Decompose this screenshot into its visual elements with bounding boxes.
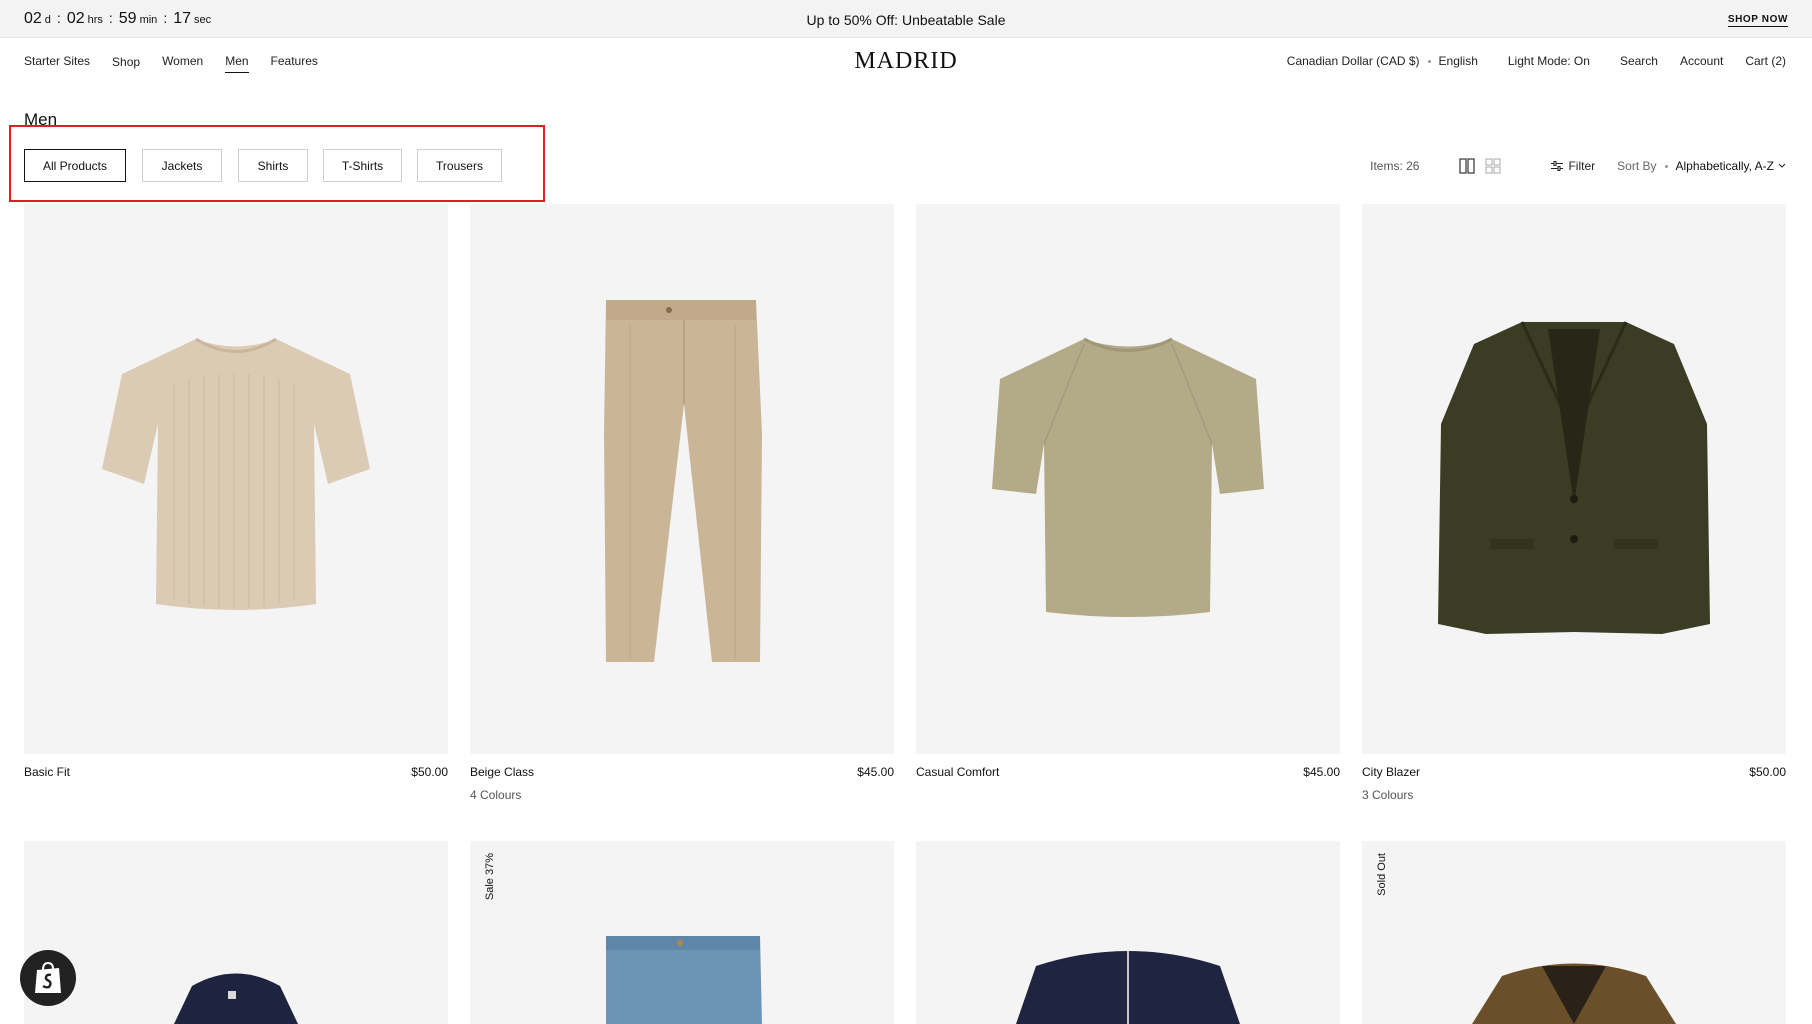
grid-4-columns-icon[interactable] bbox=[1485, 158, 1501, 174]
product-image[interactable] bbox=[470, 204, 894, 754]
currency-selector[interactable]: Canadian Dollar (CAD $) bbox=[1287, 54, 1420, 68]
search-link[interactable]: Search bbox=[1620, 54, 1658, 68]
header-utilities: Canadian Dollar (CAD $) English Light Mo… bbox=[1287, 54, 1786, 68]
product-image[interactable] bbox=[24, 841, 448, 1024]
announcement-bar: 02 d : 02 hrs : 59 min : 17 sec Up to 50… bbox=[0, 0, 1812, 38]
product-price: $50.00 bbox=[1749, 765, 1786, 779]
filter-label: Filter bbox=[1568, 159, 1596, 173]
chevron-down-icon bbox=[1778, 163, 1786, 168]
collection-toolbar: Items: 26 Filter Sort By Alphabetically,… bbox=[1370, 158, 1786, 174]
product-price: $45.00 bbox=[857, 765, 894, 779]
trousers-image bbox=[604, 300, 762, 662]
cart-link[interactable]: Cart (2) bbox=[1745, 54, 1786, 68]
tshirt-image bbox=[102, 337, 370, 610]
polo-image bbox=[174, 973, 298, 1024]
product-name[interactable]: Basic Fit bbox=[24, 765, 70, 779]
product-image[interactable] bbox=[916, 204, 1340, 754]
product-image[interactable] bbox=[24, 204, 448, 754]
filter-trousers[interactable]: Trousers bbox=[417, 149, 502, 182]
blazer-image bbox=[1438, 321, 1710, 634]
tshirt-image bbox=[992, 337, 1264, 617]
items-count: Items: 26 bbox=[1370, 159, 1420, 173]
filter-button[interactable]: Filter bbox=[1551, 159, 1595, 173]
sort-value: Alphabetically, A-Z bbox=[1675, 159, 1775, 173]
product-image[interactable] bbox=[916, 841, 1340, 1024]
grid-2-columns-icon[interactable] bbox=[1459, 158, 1476, 174]
product-name[interactable]: Casual Comfort bbox=[916, 765, 999, 779]
account-link[interactable]: Account bbox=[1680, 54, 1723, 68]
product-price: $45.00 bbox=[1303, 765, 1340, 779]
zip-jacket-image bbox=[1016, 951, 1240, 1024]
sale-badge: Sale 37% bbox=[484, 853, 496, 901]
announcement-text: Up to 50% Off: Unbeatable Sale bbox=[806, 12, 1006, 28]
product-price: $50.00 bbox=[411, 765, 448, 779]
filter-t-shirts[interactable]: T-Shirts bbox=[323, 149, 402, 182]
product-name[interactable]: Beige Class bbox=[470, 765, 534, 779]
coat-image bbox=[1472, 963, 1676, 1024]
product-image[interactable] bbox=[1362, 204, 1786, 754]
sort-by-label: Sort By bbox=[1617, 159, 1657, 173]
product-colours: 3 Colours bbox=[1362, 788, 1414, 802]
sort-select[interactable]: Alphabetically, A-Z bbox=[1676, 159, 1787, 173]
product-image[interactable]: Sold Out bbox=[1362, 841, 1786, 1024]
product-name[interactable]: City Blazer bbox=[1362, 765, 1420, 779]
filter-shirts[interactable]: Shirts bbox=[238, 149, 308, 182]
site-header: Starter Sites Shop Women Men Features MA… bbox=[0, 38, 1812, 88]
separator-dot bbox=[1427, 59, 1431, 63]
product-colours: 4 Colours bbox=[470, 788, 522, 802]
shopify-bag-icon[interactable] bbox=[20, 950, 76, 1006]
jeans-image bbox=[606, 936, 762, 1024]
separator-dot bbox=[1664, 164, 1668, 168]
sold-out-badge: Sold Out bbox=[1376, 853, 1388, 896]
language-selector[interactable]: English bbox=[1439, 54, 1478, 68]
light-mode-toggle[interactable]: Light Mode: On bbox=[1508, 54, 1590, 68]
filter-all-products[interactable]: All Products bbox=[24, 149, 126, 182]
filter-sliders-icon bbox=[1551, 161, 1564, 171]
product-image[interactable]: Sale 37% bbox=[470, 841, 894, 1024]
shop-now-link[interactable]: SHOP NOW bbox=[1727, 14, 1788, 27]
filter-jackets[interactable]: Jackets bbox=[142, 149, 222, 182]
